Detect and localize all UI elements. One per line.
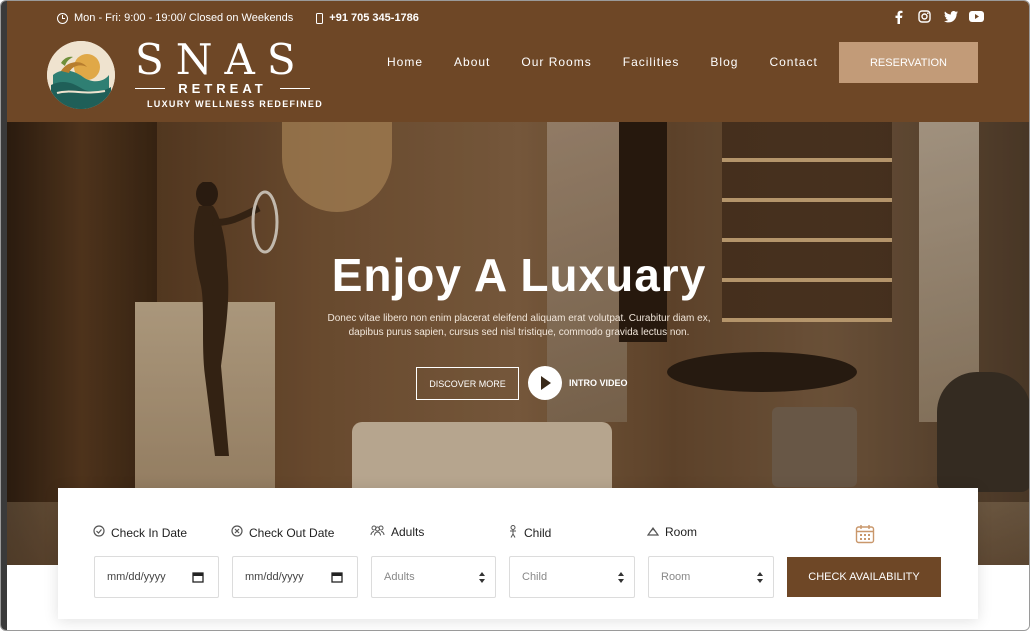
- room-label: Room: [665, 525, 698, 539]
- child-select[interactable]: Child: [509, 556, 635, 598]
- contact-bar: Mon - Fri: 9:00 - 19:00/ Closed on Weeke…: [57, 9, 419, 27]
- main-nav: Home About Our Rooms Facilities Blog Con…: [387, 55, 818, 69]
- logo-emblem[interactable]: [47, 41, 115, 109]
- reservation-button[interactable]: RESERVATION: [839, 42, 978, 83]
- adults-label: Adults: [391, 525, 425, 539]
- side-stools: [772, 407, 857, 487]
- room-select-value: Room: [661, 571, 691, 583]
- booking-form: Check In Date Check Out Date Adults Chil…: [58, 488, 978, 619]
- intro-video-link[interactable]: INTRO VIDEO: [569, 378, 628, 388]
- checkin-date-input[interactable]: mm/dd/yyyy: [94, 556, 219, 598]
- child-icon: [508, 525, 518, 541]
- adults-label-group: Adults: [370, 525, 424, 539]
- adults-select[interactable]: Adults: [371, 556, 496, 598]
- lounge-chair: [937, 372, 1029, 492]
- cancel-circle-icon: [231, 525, 243, 540]
- checkin-label-group: Check In Date: [93, 525, 187, 540]
- dark-doorway: [619, 122, 667, 342]
- calendar-icon: [855, 524, 875, 549]
- brand-wordmark[interactable]: SNAS RETREAT LUXURY WELLNESS REDEFINED: [135, 35, 322, 109]
- hero-description: Donec vitae libero non enim placerat ele…: [327, 313, 711, 338]
- check-circle-icon: [93, 525, 105, 540]
- select-arrows-icon: [618, 572, 624, 583]
- checkout-date-input[interactable]: mm/dd/yyyy: [232, 556, 358, 598]
- youtube-icon[interactable]: [969, 9, 984, 24]
- instagram-icon[interactable]: [917, 9, 932, 24]
- room-label-group: Room: [646, 525, 698, 539]
- child-select-value: Child: [522, 571, 548, 583]
- nav-item-contact[interactable]: Contact: [769, 55, 817, 69]
- checkin-label: Check In Date: [111, 525, 188, 540]
- social-links: [891, 9, 984, 24]
- phone-icon: [316, 12, 324, 24]
- checkin-date-value: mm/dd/yyyy: [107, 571, 166, 583]
- hero-title: Enjoy A Luxuary: [331, 249, 707, 301]
- users-icon: [370, 525, 385, 539]
- room-select[interactable]: Room: [648, 556, 774, 598]
- checkout-date-value: mm/dd/yyyy: [245, 571, 304, 583]
- play-icon[interactable]: [528, 366, 562, 400]
- site-header: Mon - Fri: 9:00 - 19:00/ Closed on Weeke…: [7, 1, 1029, 122]
- calendar-picker-icon[interactable]: [192, 571, 204, 586]
- brand-subtitle: RETREAT: [135, 81, 310, 96]
- discover-more-button[interactable]: DISCOVER MORE: [416, 367, 519, 400]
- sculpture-figure: [185, 181, 279, 482]
- phone-number[interactable]: +91 705 345-1786: [329, 12, 419, 24]
- round-mirror: [282, 122, 392, 212]
- adults-select-value: Adults: [384, 571, 415, 583]
- twitter-icon[interactable]: [943, 9, 958, 24]
- checkout-label-group: Check Out Date: [231, 525, 334, 540]
- opening-hours: Mon - Fri: 9:00 - 19:00/ Closed on Weeke…: [74, 12, 294, 24]
- logo-emblem-art: [47, 41, 115, 109]
- brand-name: SNAS: [135, 35, 308, 84]
- child-label: Child: [524, 526, 552, 540]
- nav-item-home[interactable]: Home: [387, 55, 423, 69]
- select-arrows-icon: [479, 572, 485, 583]
- facebook-icon[interactable]: [891, 9, 906, 24]
- nav-item-about[interactable]: About: [454, 55, 490, 69]
- brand-tagline: LUXURY WELLNESS REDEFINED: [147, 99, 324, 109]
- coffee-table: [667, 352, 857, 392]
- browser-frame: Mon - Fri: 9:00 - 19:00/ Closed on Weeke…: [0, 0, 1030, 631]
- nav-item-facilities[interactable]: Facilities: [623, 55, 680, 69]
- checkout-label: Check Out Date: [249, 525, 335, 540]
- clock-icon: [57, 12, 68, 24]
- nav-item-our-rooms[interactable]: Our Rooms: [521, 55, 591, 69]
- calendar-picker-icon[interactable]: [331, 571, 343, 586]
- child-label-group: Child: [508, 525, 551, 541]
- home-icon: [646, 525, 660, 539]
- nav-item-blog[interactable]: Blog: [710, 55, 738, 69]
- check-availability-button[interactable]: CHECK AVAILABILITY: [787, 557, 941, 597]
- select-arrows-icon: [757, 572, 763, 583]
